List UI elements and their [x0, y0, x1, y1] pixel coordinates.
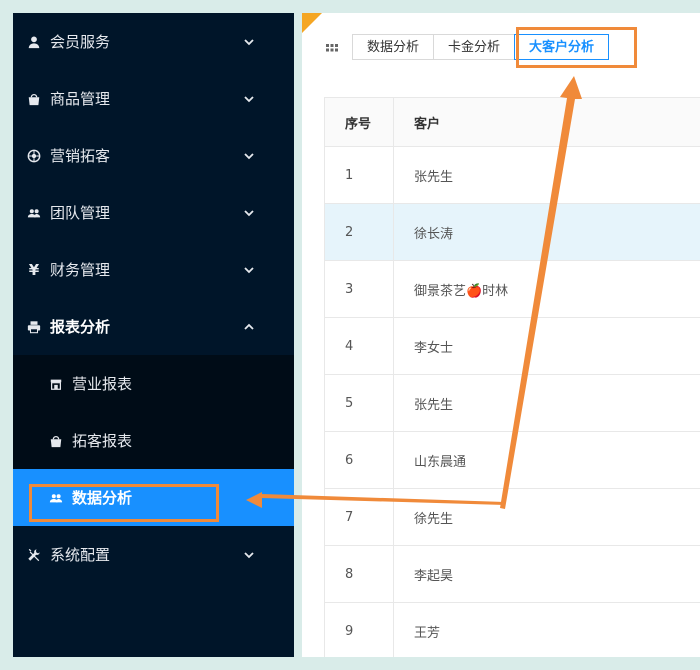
bag-icon: [47, 432, 65, 450]
row-customer: 徐先生: [414, 511, 454, 527]
row-index: 1: [324, 147, 394, 203]
sidebar-item-marketing[interactable]: 营销拓客: [13, 127, 294, 184]
row-index: 9: [324, 603, 394, 657]
sidebar-item-finance-management[interactable]: ¥ 财务管理: [13, 241, 294, 298]
annotation-box-tab: [516, 27, 637, 68]
grid-icon[interactable]: [326, 41, 338, 53]
row-index: 6: [324, 432, 394, 488]
sidebar-item-system-config[interactable]: 系统配置: [13, 526, 294, 583]
sidebar-item-report-analysis[interactable]: 报表分析: [13, 298, 294, 355]
row-customer: 山东晨通: [414, 454, 467, 470]
table-row[interactable]: 8 李起昊: [324, 546, 700, 603]
row-index: 3: [324, 261, 394, 317]
yen-icon: ¥: [28, 260, 40, 279]
sidebar-item-customer-report[interactable]: 拓客报表: [13, 412, 294, 469]
table-row[interactable]: 3 御景茶艺🍎时林: [324, 261, 700, 318]
row-index: 4: [324, 318, 394, 374]
sidebar: 会员服务 商品管理 营销拓客 团队管理 ¥ 财务管理 报表分析 营业报表 拓客报…: [13, 13, 294, 657]
bag-icon: [25, 90, 43, 108]
sidebar-item-label: 商品管理: [50, 90, 111, 108]
table-row[interactable]: 7 徐先生: [324, 489, 700, 546]
row-customer: 王芳: [414, 625, 441, 641]
chevron-up-icon: [242, 320, 256, 334]
sidebar-item-label: 系统配置: [50, 546, 111, 564]
row-customer: 李起昊: [414, 568, 454, 584]
chevron-down-icon: [242, 263, 256, 277]
aperture-icon: [25, 147, 43, 165]
sidebar-item-label: 团队管理: [50, 204, 111, 222]
row-customer: 御景茶艺🍎时林: [414, 283, 509, 299]
sidebar-item-label: 拓客报表: [72, 432, 133, 450]
sidebar-item-member-service[interactable]: 会员服务: [13, 13, 294, 70]
table-row[interactable]: 5 张先生: [324, 375, 700, 432]
chevron-down-icon: [242, 35, 256, 49]
tab-data-analysis[interactable]: 数据分析: [352, 34, 435, 60]
tools-icon: [25, 546, 43, 564]
user-icon: [25, 33, 43, 51]
row-index: 5: [324, 375, 394, 431]
chevron-down-icon: [242, 548, 256, 562]
table-row[interactable]: 4 李女士: [324, 318, 700, 375]
tab-card-analysis[interactable]: 卡金分析: [433, 34, 516, 60]
sidebar-item-product-management[interactable]: 商品管理: [13, 70, 294, 127]
chevron-down-icon: [242, 92, 256, 106]
row-index: 7: [324, 489, 394, 545]
row-index: 2: [324, 204, 394, 260]
table-row[interactable]: 2 徐长涛: [324, 204, 700, 261]
row-customer: 张先生: [414, 397, 454, 413]
chevron-down-icon: [242, 149, 256, 163]
table-row[interactable]: 1 张先生: [324, 147, 700, 204]
main-panel: 数据分析 卡金分析 大客户分析 序号 客户 1 张先生 2 徐长涛 3 御景茶艺🍎时林…: [302, 13, 700, 657]
chevron-down-icon: [242, 206, 256, 220]
annotation-box-sidebar: [29, 484, 219, 522]
customer-table: 序号 客户 1 张先生 2 徐长涛 3 御景茶艺🍎时林 4 李女士 5 张先生 6 山东晨通…: [324, 97, 700, 657]
table-row[interactable]: 9 王芳: [324, 603, 700, 657]
team-icon: [25, 204, 43, 222]
printer-icon: [25, 318, 43, 336]
header-customer: 客户: [414, 116, 441, 132]
tab-bar: 数据分析 卡金分析 大客户分析: [302, 13, 700, 78]
sidebar-item-label: 财务管理: [50, 261, 111, 279]
row-index: 8: [324, 546, 394, 602]
shop-icon: [47, 375, 65, 393]
sidebar-item-business-report[interactable]: 营业报表: [13, 355, 294, 412]
row-customer: 张先生: [414, 169, 454, 185]
table-header: 序号 客户: [324, 98, 700, 147]
header-index: 序号: [324, 98, 394, 146]
sidebar-item-team-management[interactable]: 团队管理: [13, 184, 294, 241]
sidebar-item-label: 营销拓客: [50, 147, 111, 165]
row-customer: 李女士: [414, 340, 454, 356]
sidebar-item-label: 报表分析: [50, 318, 111, 336]
row-customer: 徐长涛: [414, 226, 454, 242]
sidebar-item-label: 会员服务: [50, 33, 111, 51]
sidebar-item-label: 营业报表: [72, 375, 133, 393]
table-row[interactable]: 6 山东晨通: [324, 432, 700, 489]
